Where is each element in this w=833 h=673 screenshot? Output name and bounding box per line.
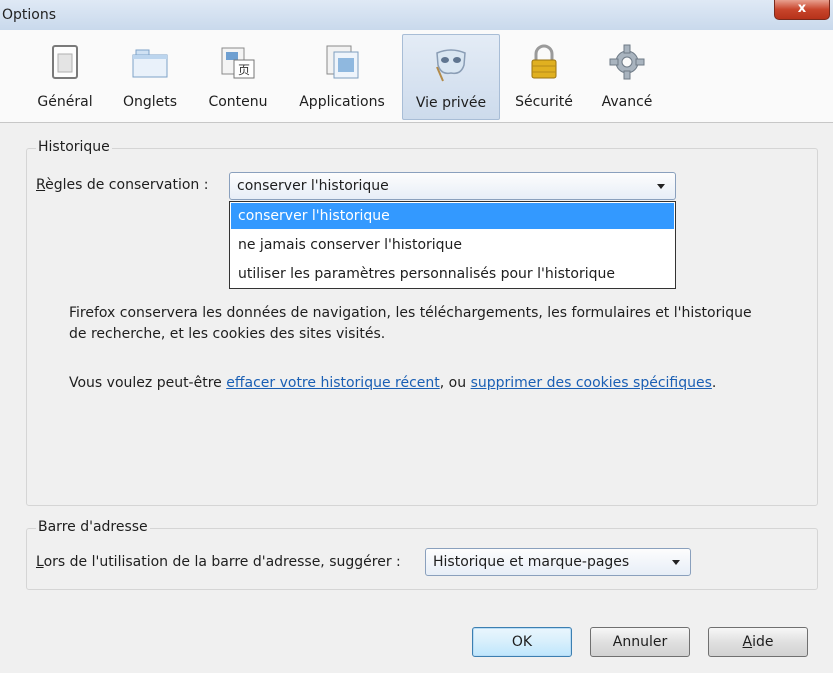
history-option-never[interactable]: ne jamais conserver l'historique bbox=[231, 232, 674, 258]
pane-tabs[interactable]: Onglets bbox=[112, 34, 188, 120]
pane-label: Général bbox=[37, 94, 93, 110]
pane-privacy[interactable]: Vie privée bbox=[402, 34, 500, 120]
close-icon: x bbox=[797, 1, 807, 16]
ok-button[interactable]: OK bbox=[472, 627, 572, 657]
applications-icon bbox=[326, 45, 359, 79]
help-button[interactable]: Aide bbox=[708, 627, 808, 657]
pane-label: Avancé bbox=[601, 94, 653, 110]
pane-applications[interactable]: Applications bbox=[290, 34, 394, 120]
svg-text:页: 页 bbox=[238, 63, 250, 77]
window-title: Options bbox=[2, 7, 57, 23]
addressbar-suggest-select[interactable]: Historique et marque-pages bbox=[425, 548, 691, 576]
padlock-icon bbox=[531, 44, 557, 79]
title-bar: Options x bbox=[0, 0, 833, 31]
addressbar-suggest-value: Historique et marque-pages bbox=[433, 554, 630, 570]
pane-label: Applications bbox=[299, 94, 385, 110]
pane-security[interactable]: Sécurité bbox=[504, 34, 584, 120]
pane-label: Onglets bbox=[122, 94, 178, 110]
cancel-button[interactable]: Annuler bbox=[590, 627, 690, 657]
chevron-down-icon bbox=[657, 184, 665, 189]
retention-rules-label: Règles de conservation : bbox=[36, 177, 209, 193]
mask-icon bbox=[436, 49, 466, 82]
history-mode-select[interactable]: conserver l'historique bbox=[229, 172, 676, 200]
remove-cookies-link[interactable]: supprimer des cookies spécifiques bbox=[471, 375, 712, 391]
window-icon bbox=[52, 45, 78, 79]
pane-label: Contenu bbox=[208, 94, 268, 110]
addressbar-group-label: Barre d'adresse bbox=[36, 519, 150, 535]
gear-icon bbox=[609, 44, 645, 80]
history-mode-value: conserver l'historique bbox=[237, 178, 389, 194]
pane-general[interactable]: Général bbox=[30, 34, 100, 120]
history-description: Firefox conservera les données de naviga… bbox=[69, 305, 752, 342]
history-suggestion: Vous voulez peut-être effacer votre hist… bbox=[69, 375, 717, 391]
pane-label: Vie privée bbox=[415, 95, 487, 111]
chevron-down-icon bbox=[672, 560, 680, 565]
pane-toolbar: Général Onglets 页 Contenu Applications V… bbox=[0, 30, 833, 123]
history-mode-dropdown: conserver l'historique ne jamais conserv… bbox=[229, 201, 676, 289]
tabs-icon bbox=[132, 49, 168, 78]
history-option-remember[interactable]: conserver l'historique bbox=[231, 203, 674, 229]
pane-content[interactable]: 页 Contenu bbox=[196, 34, 280, 120]
pane-advanced[interactable]: Avancé bbox=[590, 34, 664, 120]
clear-history-link[interactable]: effacer votre historique récent bbox=[226, 375, 440, 391]
pane-label: Sécurité bbox=[515, 94, 573, 110]
addressbar-suggest-label: Lors de l'utilisation de la barre d'adre… bbox=[36, 554, 401, 570]
content-icon: 页 bbox=[221, 47, 255, 79]
close-button[interactable]: x bbox=[774, 0, 830, 20]
history-group-label: Historique bbox=[36, 139, 112, 155]
history-option-custom[interactable]: utiliser les paramètres personnalisés po… bbox=[231, 261, 674, 287]
